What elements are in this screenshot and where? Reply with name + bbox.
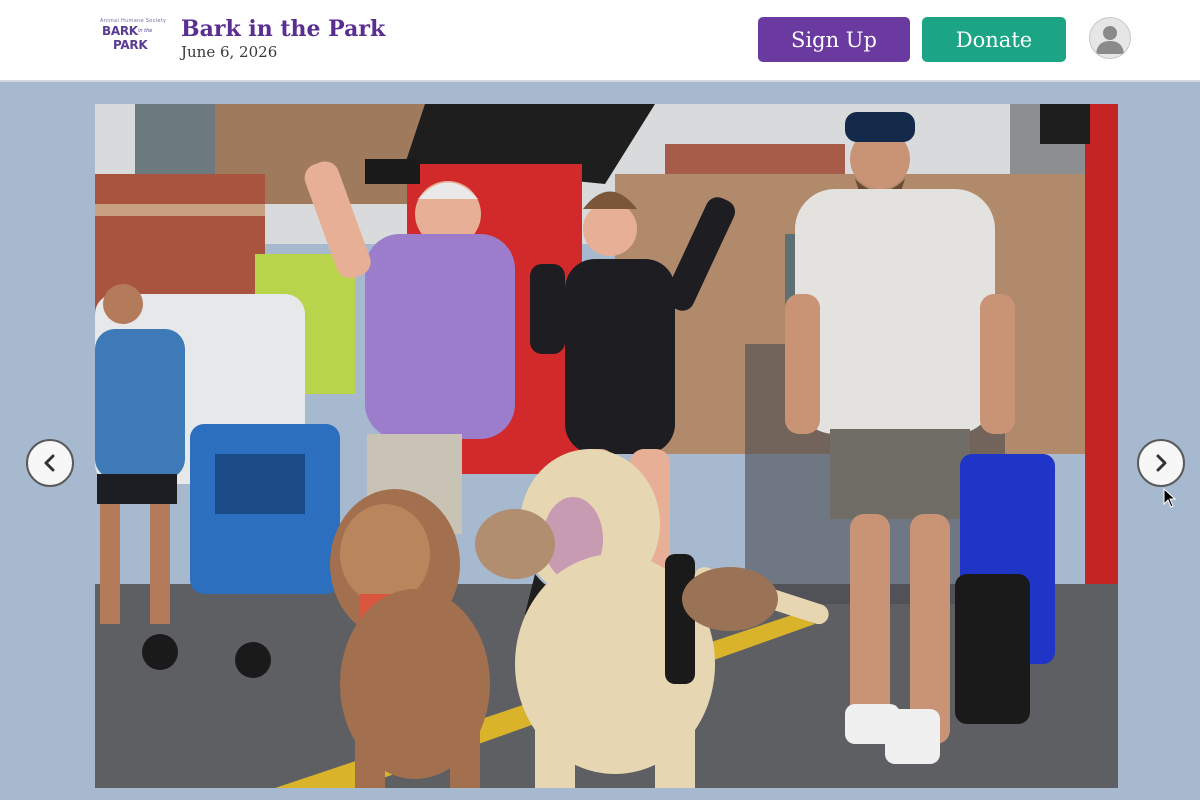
- carousel-photo: [95, 104, 1118, 788]
- carousel-prev-button[interactable]: [26, 439, 74, 487]
- donate-button[interactable]: Donate: [922, 17, 1066, 62]
- mouse-cursor-icon: [1163, 488, 1177, 508]
- event-title: Bark in the Park: [181, 16, 386, 42]
- logo-line3: PARK: [113, 38, 148, 52]
- site-header: Animal Humane Society BARK in the PARK B…: [0, 0, 1200, 82]
- bark-in-the-park-logo[interactable]: Animal Humane Society BARK in the PARK: [100, 18, 166, 56]
- event-photo-illustration: [95, 104, 1118, 788]
- event-date: June 6, 2026: [181, 43, 278, 61]
- sign-up-button[interactable]: Sign Up: [758, 17, 910, 62]
- logo-line1: BARK: [102, 24, 138, 38]
- carousel-next-button[interactable]: [1137, 439, 1185, 487]
- chevron-left-icon: [44, 454, 55, 472]
- chevron-right-icon: [1156, 454, 1167, 472]
- logo-line2: in the: [138, 28, 153, 34]
- user-avatar-icon[interactable]: [1089, 17, 1131, 59]
